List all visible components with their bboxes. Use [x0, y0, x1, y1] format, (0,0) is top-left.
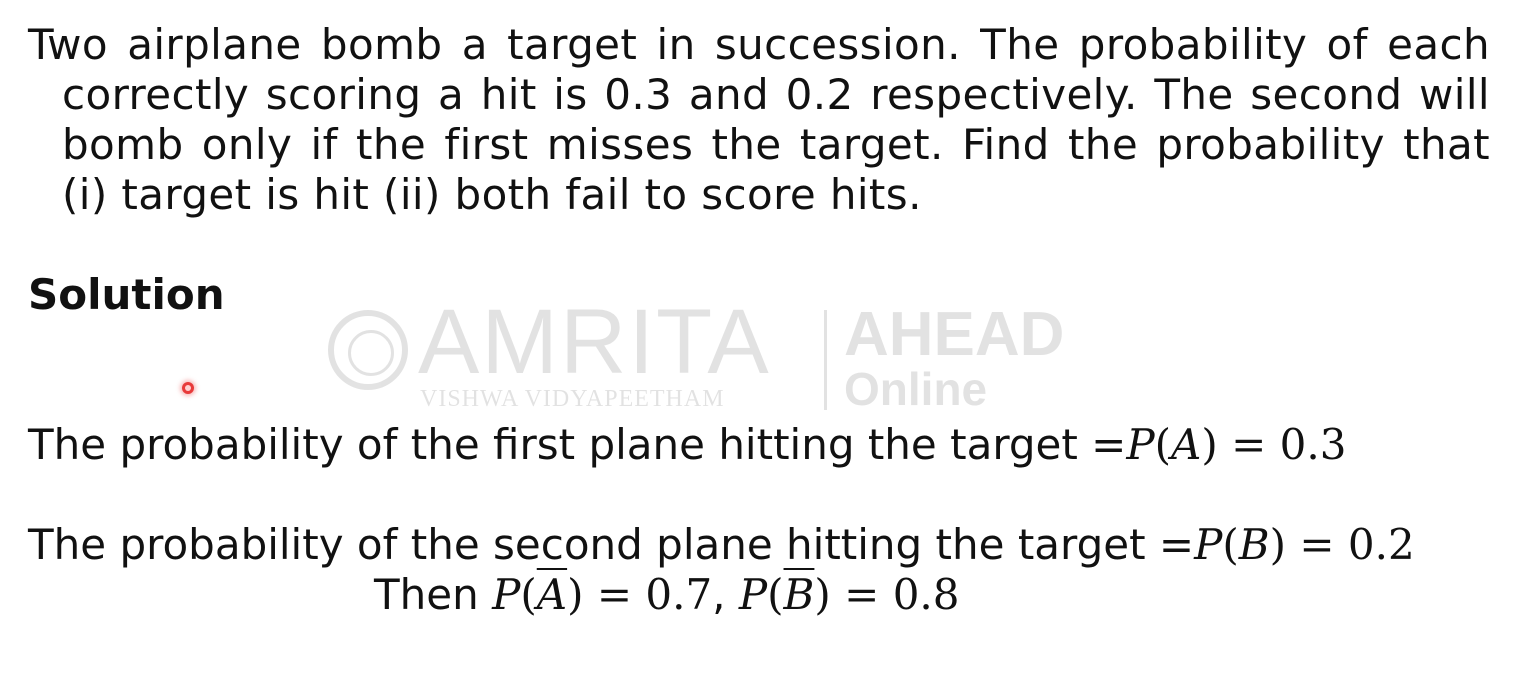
- complement-separator: ,: [712, 570, 739, 619]
- problem-line-1: Two airplane bomb a target in succession…: [28, 20, 1490, 69]
- statement-complements: Then P(A) = 0.7, P(B) = 0.8: [374, 570, 959, 620]
- then-label: Then: [374, 570, 493, 619]
- problem-line-4: (i) target is hit (ii) both fail to scor…: [62, 170, 922, 219]
- statement-prob-a-text: The probability of the first plane hitti…: [28, 420, 1127, 469]
- problem-line-3: bomb only if the first misses the target…: [62, 120, 1490, 169]
- prob-a-expression: P(A) = 0.3: [1126, 420, 1347, 469]
- statement-prob-b: The probability of the second plane hitt…: [28, 520, 1415, 570]
- prob-a-value: = 0.3: [1231, 420, 1347, 469]
- prob-b-value: = 0.2: [1299, 520, 1415, 569]
- statement-prob-a: The probability of the first plane hitti…: [28, 420, 1346, 470]
- prob-not-a-expression: P(A) = 0.7: [492, 570, 713, 619]
- university-seal-icon: [328, 310, 408, 390]
- problem-line-2: correctly scoring a hit is 0.3 and 0.2 r…: [62, 70, 1490, 119]
- watermark-online: Online: [844, 363, 988, 415]
- problem-statement: Two airplane bomb a target in succession…: [28, 20, 1490, 220]
- prob-b-expression: P(B) = 0.2: [1194, 520, 1415, 569]
- watermark-subtitle: VISHWA VIDYAPEETHAM: [420, 386, 725, 412]
- solution-heading: Solution: [28, 270, 225, 319]
- statement-prob-b-text: The probability of the second plane hitt…: [28, 520, 1195, 569]
- prob-not-b-value: = 0.8: [830, 570, 960, 619]
- laser-pointer-icon: [182, 382, 194, 394]
- amrita-ahead-watermark: AMRITA VISHWA VIDYAPEETHAM AHEAD Online: [328, 296, 1108, 420]
- prob-not-a-value: = 0.7: [583, 570, 713, 619]
- watermark-ahead: AHEAD: [844, 300, 1065, 369]
- prob-not-b-expression: P(B) = 0.8: [738, 570, 960, 619]
- watermark-divider: [824, 310, 827, 410]
- watermark-brand: AMRITA: [418, 291, 771, 393]
